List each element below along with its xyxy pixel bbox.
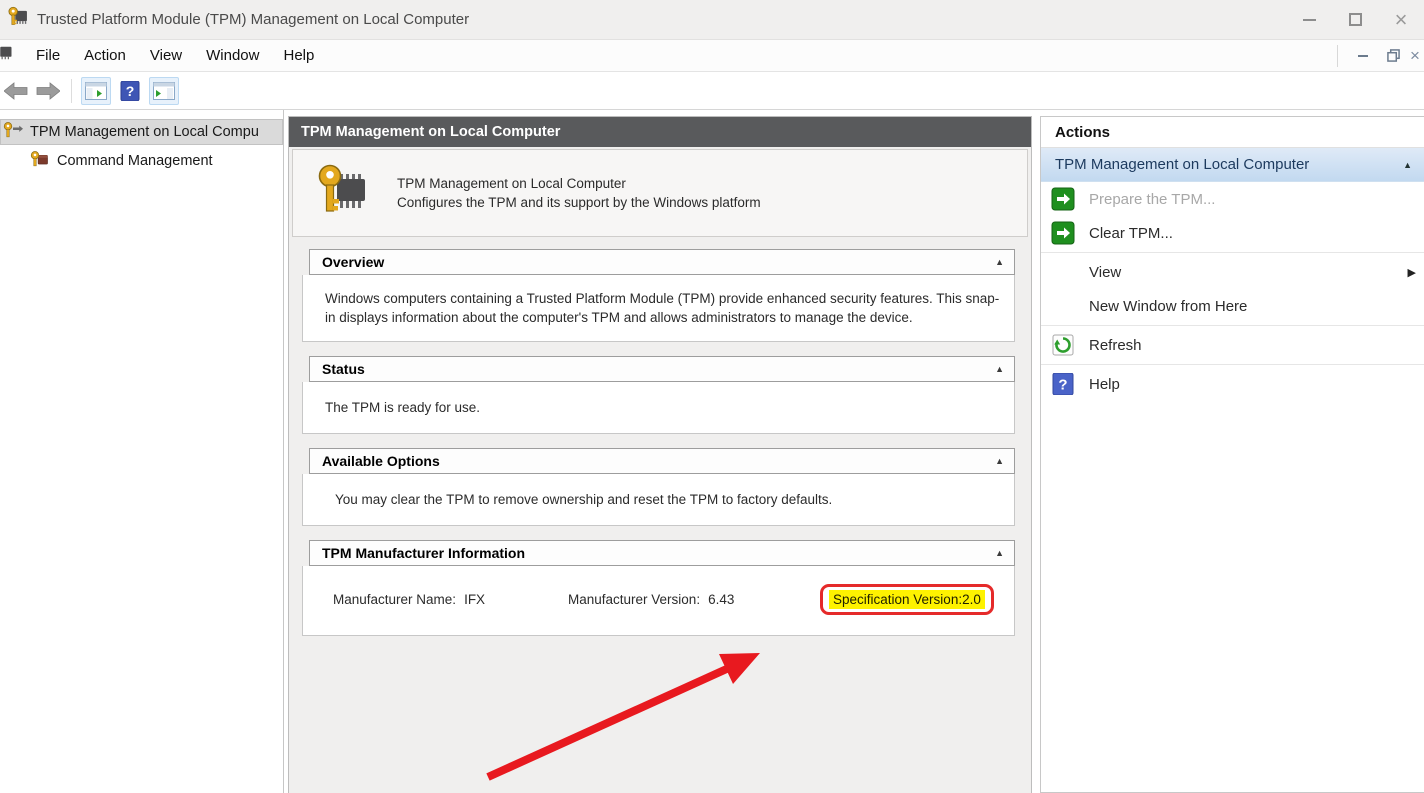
command-management-icon bbox=[30, 150, 50, 172]
center-pane: TPM Management on Local Computer TPM Man… bbox=[288, 116, 1032, 793]
spec-version-field: Specification Version:2.0 bbox=[829, 590, 985, 609]
section-status: Status ▲ The TPM is ready for use. bbox=[302, 356, 1015, 434]
child-window-icon bbox=[0, 43, 14, 68]
tree-item-command-management[interactable]: Command Management bbox=[0, 148, 283, 174]
menu-window[interactable]: Window bbox=[194, 43, 271, 68]
actions-group-header[interactable]: TPM Management on Local Computer ▲ bbox=[1041, 148, 1424, 182]
actions-separator bbox=[1041, 252, 1424, 253]
action-prepare-tpm[interactable]: Prepare the TPM... bbox=[1041, 182, 1424, 216]
section-manufacturer-info-body: Manufacturer Name: IFX Manufacturer Versi… bbox=[302, 566, 1015, 636]
actions-separator bbox=[1041, 364, 1424, 365]
svg-text:?: ? bbox=[126, 83, 135, 99]
green-arrow-icon bbox=[1051, 187, 1075, 211]
green-arrow-icon bbox=[1051, 221, 1075, 245]
close-button[interactable]: × bbox=[1378, 0, 1424, 39]
submenu-arrow-icon: ▶ bbox=[1407, 266, 1416, 279]
show-console-tree-button[interactable] bbox=[81, 76, 111, 105]
tree-item-label: Command Management bbox=[57, 153, 213, 169]
section-status-header[interactable]: Status ▲ bbox=[309, 356, 1015, 382]
refresh-icon bbox=[1051, 333, 1075, 357]
action-label: Clear TPM... bbox=[1089, 224, 1173, 242]
action-view[interactable]: View ▶ bbox=[1041, 255, 1424, 289]
menu-action[interactable]: Action bbox=[72, 43, 138, 68]
menu-help[interactable]: Help bbox=[271, 43, 326, 68]
action-label: New Window from Here bbox=[1089, 297, 1248, 315]
section-title: Available Options bbox=[322, 453, 440, 469]
help-icon: ? bbox=[1051, 372, 1075, 396]
manufacturer-version-value: 6.43 bbox=[708, 592, 735, 607]
workspace: TPM Management on Local Compu Command Ma… bbox=[0, 110, 1424, 793]
tpm-key-chip-icon bbox=[7, 6, 29, 33]
section-title: Overview bbox=[322, 254, 385, 270]
action-new-window-from-here[interactable]: New Window from Here bbox=[1041, 289, 1424, 323]
action-label: Refresh bbox=[1089, 336, 1142, 354]
section-overview-body: Windows computers containing a Trusted P… bbox=[302, 275, 1015, 342]
back-button[interactable] bbox=[2, 78, 30, 104]
banner-title: TPM Management on Local Computer bbox=[397, 176, 626, 191]
actions-separator bbox=[1041, 325, 1424, 326]
section-available-options-header[interactable]: Available Options ▲ bbox=[309, 448, 1015, 474]
no-icon-spacer bbox=[1051, 294, 1075, 318]
manufacturer-name-field: Manufacturer Name: IFX bbox=[333, 592, 486, 607]
collapse-icon[interactable]: ▲ bbox=[1403, 160, 1412, 170]
banner-subtitle: Configures the TPM and its support by th… bbox=[397, 195, 761, 210]
spec-version-annotation-box: Specification Version:2.0 bbox=[820, 584, 994, 615]
action-refresh[interactable]: Refresh bbox=[1041, 328, 1424, 362]
new-window-button[interactable] bbox=[149, 76, 179, 105]
section-manufacturer-info-header[interactable]: TPM Manufacturer Information ▲ bbox=[309, 540, 1015, 566]
action-clear-tpm[interactable]: Clear TPM... bbox=[1041, 216, 1424, 250]
no-icon-spacer bbox=[1051, 260, 1075, 284]
manufacturer-name-value: IFX bbox=[464, 592, 486, 607]
collapse-icon[interactable]: ▲ bbox=[995, 364, 1004, 374]
maximize-button[interactable] bbox=[1332, 0, 1378, 39]
action-label: Help bbox=[1089, 375, 1120, 393]
tpm-key-chip-icon-large bbox=[317, 163, 369, 224]
actions-group-title: TPM Management on Local Computer bbox=[1055, 156, 1310, 173]
svg-text:?: ? bbox=[1058, 377, 1067, 394]
collapse-icon[interactable]: ▲ bbox=[995, 456, 1004, 466]
section-status-body: The TPM is ready for use. bbox=[302, 382, 1015, 434]
spec-version-value: 2.0 bbox=[962, 592, 981, 607]
available-options-text: You may clear the TPM to remove ownershi… bbox=[335, 492, 833, 507]
minimize-button[interactable] bbox=[1286, 0, 1332, 39]
section-available-options: Available Options ▲ You may clear the TP… bbox=[302, 448, 1015, 526]
center-pane-title: TPM Management on Local Computer bbox=[301, 124, 561, 140]
window-title: Trusted Platform Module (TPM) Management… bbox=[37, 11, 470, 28]
action-label: Prepare the TPM... bbox=[1089, 190, 1216, 208]
action-label: View bbox=[1089, 263, 1122, 281]
menu-bar: File Action View Window Help × bbox=[0, 40, 1424, 72]
toolbar-separator bbox=[71, 78, 72, 103]
action-help[interactable]: ? Help bbox=[1041, 367, 1424, 401]
collapse-icon[interactable]: ▲ bbox=[995, 548, 1004, 558]
mdi-restore-button[interactable] bbox=[1380, 44, 1406, 68]
section-title: TPM Manufacturer Information bbox=[322, 545, 526, 561]
help-toolbar-button[interactable]: ? bbox=[115, 77, 145, 105]
title-bar: Trusted Platform Module (TPM) Management… bbox=[0, 0, 1424, 40]
forward-button[interactable] bbox=[34, 78, 62, 104]
section-available-options-body: You may clear the TPM to remove ownershi… bbox=[302, 474, 1015, 526]
section-overview-header[interactable]: Overview ▲ bbox=[309, 249, 1015, 275]
tree-item-tpm-management[interactable]: TPM Management on Local Compu bbox=[0, 119, 283, 145]
section-title: Status bbox=[322, 361, 365, 377]
manufacturer-version-field: Manufacturer Version: 6.43 bbox=[568, 592, 735, 607]
mdi-close-button[interactable]: × bbox=[1410, 44, 1424, 68]
menu-file[interactable]: File bbox=[24, 43, 72, 68]
console-tree-pane: TPM Management on Local Compu Command Ma… bbox=[0, 110, 284, 793]
center-pane-header: TPM Management on Local Computer bbox=[289, 117, 1031, 147]
menu-view[interactable]: View bbox=[138, 43, 194, 68]
collapse-icon[interactable]: ▲ bbox=[995, 257, 1004, 267]
tree-item-label: TPM Management on Local Compu bbox=[30, 124, 259, 140]
section-overview: Overview ▲ Windows computers containing … bbox=[302, 249, 1015, 342]
tpm-root-icon bbox=[3, 121, 23, 143]
actions-pane-title: Actions bbox=[1041, 117, 1424, 148]
section-manufacturer-info: TPM Manufacturer Information ▲ Manufactu… bbox=[302, 540, 1015, 636]
mdi-minimize-button[interactable] bbox=[1350, 44, 1376, 68]
mdi-separator bbox=[1337, 44, 1338, 67]
tpm-banner: TPM Management on Local Computer Configu… bbox=[292, 149, 1028, 237]
actions-pane: Actions TPM Management on Local Computer… bbox=[1040, 116, 1424, 793]
toolbar: ? bbox=[0, 72, 1424, 110]
